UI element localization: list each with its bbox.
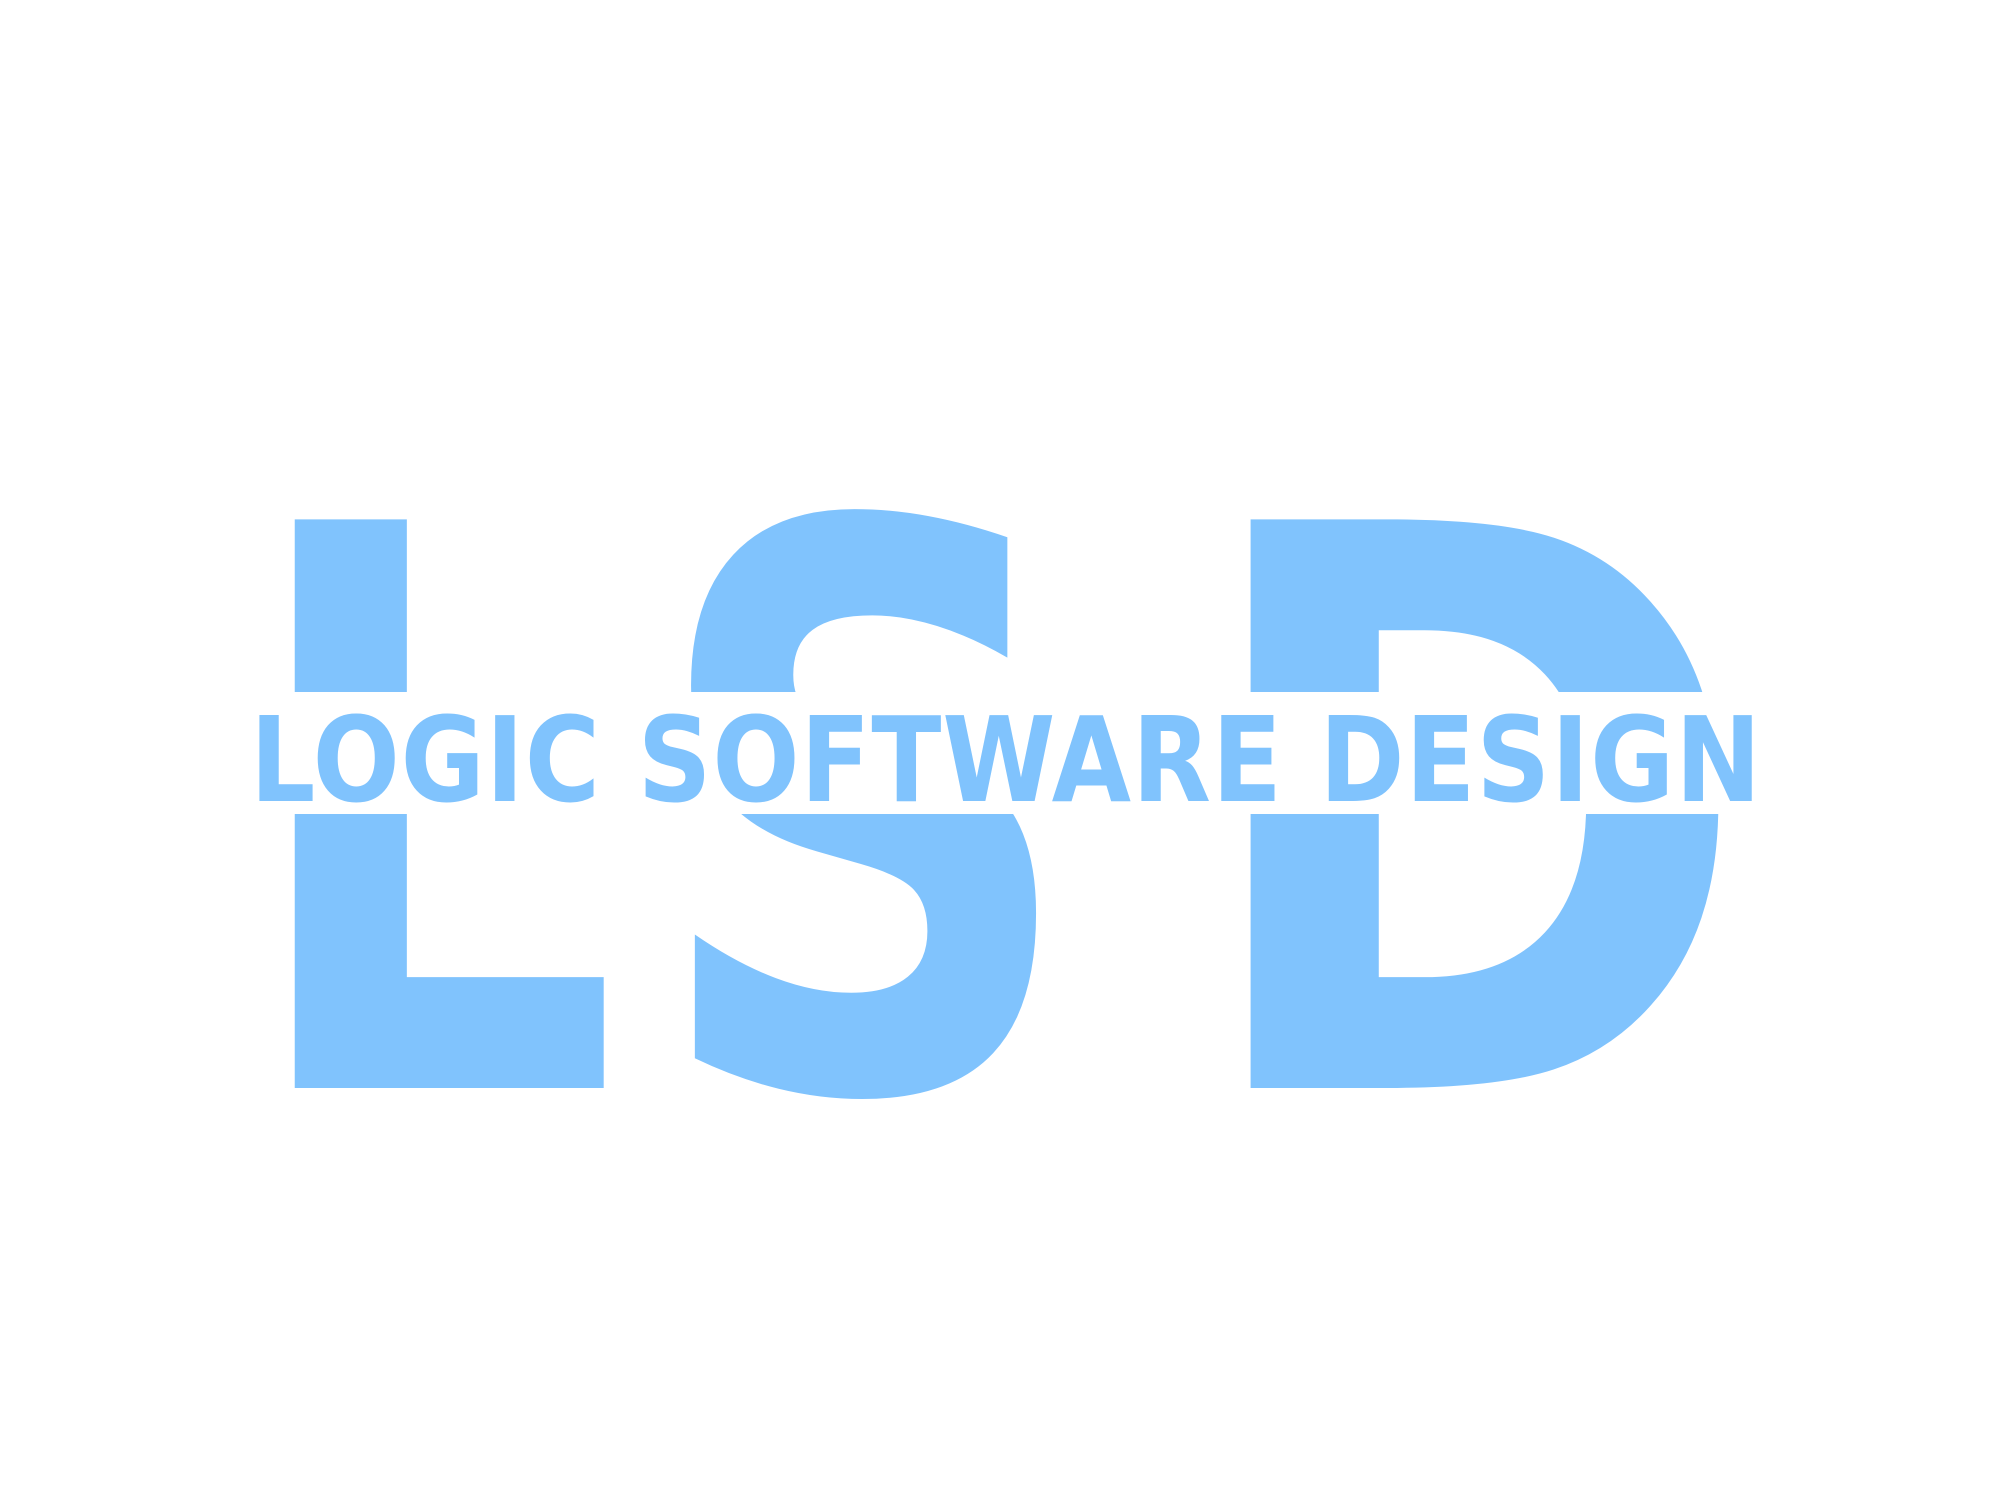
company-name-tagline: LOGIC SOFTWARE DESIGN: [250, 691, 1762, 829]
lsd-logo: L S D LOGIC SOFTWARE DESIGN: [240, 364, 1762, 1272]
logo-canvas: L S D LOGIC SOFTWARE DESIGN: [0, 0, 2000, 1500]
